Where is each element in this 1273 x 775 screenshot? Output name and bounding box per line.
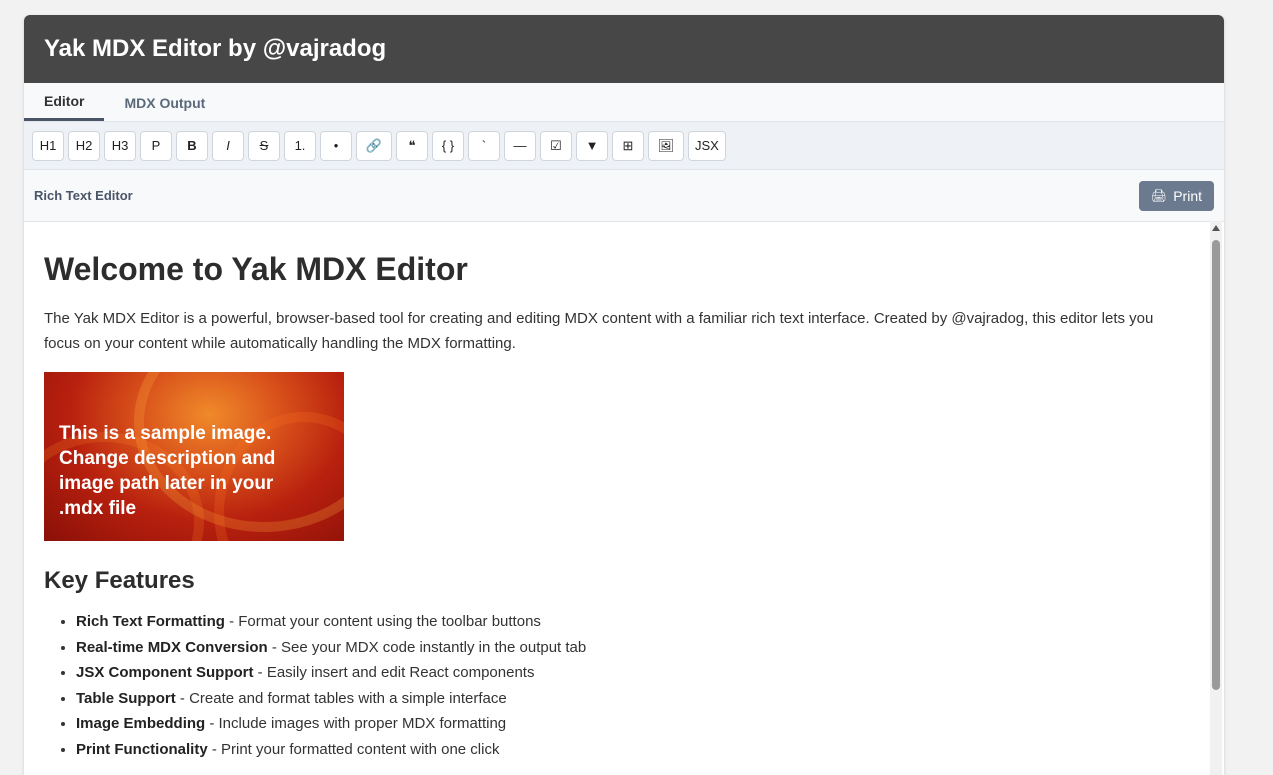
document-intro: The Yak MDX Editor is a powerful, browse… <box>44 310 1154 352</box>
feature-name: Rich Text Formatting <box>76 613 225 630</box>
image-icon[interactable]: 🖼 <box>648 130 684 161</box>
scroll-thumb[interactable] <box>1212 240 1220 690</box>
list-item: Print Functionality - Print your formatt… <box>76 737 1189 763</box>
sample-image-caption: This is a sample image. Change descripti… <box>59 423 276 519</box>
h2-button[interactable]: H2 <box>68 130 100 161</box>
print-button[interactable]: 🖨 Print <box>1138 180 1214 211</box>
h1-button[interactable]: H1 <box>32 130 64 161</box>
feature-name: Real-time MDX Conversion <box>76 638 268 656</box>
bullet-list-button[interactable]: • <box>320 130 352 161</box>
editor-app: Yak MDX Editor by @vajradog Editor MDX O… <box>24 15 1224 775</box>
formatting-toolbar: H1 H2 H3 P B I S 1. • 🔗 ❝ { } ` — ☑ ▼ ⊞ … <box>24 122 1224 170</box>
tab-bar: Editor MDX Output <box>24 83 1224 122</box>
checkbox-icon[interactable]: ☑ <box>540 130 572 161</box>
italic-button[interactable]: I <box>212 130 244 161</box>
inline-code-button[interactable]: ` <box>468 130 500 161</box>
feature-desc: - See your MDX code instantly in the out… <box>267 638 587 656</box>
feature-desc: - Print your formatted content with one … <box>207 740 500 758</box>
ordered-list-button[interactable]: 1. <box>284 130 316 161</box>
feature-desc: - Easily insert and edit React component… <box>253 664 535 681</box>
content-scrollbar[interactable] <box>1210 221 1222 775</box>
feature-name: Print Functionality <box>76 740 208 758</box>
list-item: Image Embedding - Include images with pr… <box>76 711 1189 737</box>
jsx-button[interactable]: JSX <box>688 130 726 161</box>
scroll-up-arrow-icon[interactable] <box>1212 225 1220 231</box>
h3-button[interactable]: H3 <box>104 130 136 161</box>
feature-name: JSX Component Support <box>76 664 254 681</box>
editor-status-bar: Rich Text Editor 🖨 Print <box>24 170 1224 222</box>
editor-mode-label: Rich Text Editor <box>34 188 133 203</box>
table-icon[interactable]: ⊞ <box>612 130 644 161</box>
list-item: Rich Text Formatting - Format your conte… <box>76 609 1189 635</box>
strikethrough-button[interactable]: S <box>248 130 280 161</box>
features-heading: Key Features <box>44 567 195 594</box>
bold-button[interactable]: B <box>176 130 208 161</box>
horizontal-rule-button[interactable]: — <box>504 130 536 161</box>
tab-editor[interactable]: Editor <box>24 85 105 121</box>
code-block-button[interactable]: { } <box>432 130 464 161</box>
details-triangle-icon[interactable]: ▼ <box>576 130 608 161</box>
document-title: Welcome to Yak MDX Editor <box>44 251 468 287</box>
features-list: Rich Text Formatting - Format your conte… <box>44 609 1189 762</box>
feature-name: Table Support <box>76 689 176 707</box>
paragraph-button[interactable]: P <box>140 130 172 161</box>
blockquote-button[interactable]: ❝ <box>396 130 428 161</box>
link-icon[interactable]: 🔗 <box>356 130 392 161</box>
tab-mdx-output[interactable]: MDX Output <box>104 85 225 121</box>
app-title: Yak MDX Editor by @vajradog <box>24 15 1224 83</box>
feature-desc: - Create and format tables with a simple… <box>175 689 507 707</box>
list-item: Table Support - Create and format tables… <box>76 686 1189 712</box>
sample-image: This is a sample image. Change descripti… <box>44 372 344 541</box>
feature-name: Image Embedding <box>76 715 206 732</box>
feature-desc: - Include images with proper MDX formatt… <box>205 715 507 732</box>
list-item: JSX Component Support - Easily insert an… <box>76 660 1189 686</box>
printer-icon: 🖨 <box>1150 187 1168 203</box>
editor-content[interactable]: Welcome to Yak MDX Editor The Yak MDX Ed… <box>24 221 1209 775</box>
list-item: Real-time MDX Conversion - See your MDX … <box>76 635 1189 661</box>
print-label: Print <box>1173 187 1202 204</box>
feature-desc: - Format your content using the toolbar … <box>224 613 541 630</box>
